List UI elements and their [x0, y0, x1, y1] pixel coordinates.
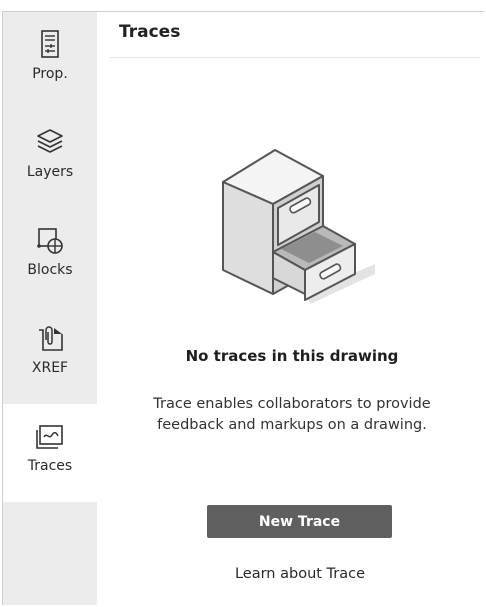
sidebar-item-label: Layers	[26, 164, 74, 180]
traces-icon	[36, 425, 63, 449]
empty-state-heading: No traces in this drawing	[185, 347, 399, 365]
sidebar-item-layers[interactable]: Layers	[3, 110, 97, 208]
layers-icon	[37, 129, 63, 153]
panel-title: Traces	[119, 22, 181, 42]
learn-about-trace-link[interactable]: Learn about Trace	[100, 566, 486, 582]
sidebar-item-label: Traces	[27, 458, 73, 474]
file-cabinet-illustration	[222, 149, 375, 304]
new-trace-button[interactable]: New Trace	[207, 505, 392, 538]
sidebar: Prop. Layers Blocks XREF Traces	[3, 12, 97, 605]
sidebar-item-properties[interactable]: Prop.	[3, 12, 97, 110]
empty-state-description: Trace enables collaborators to provide f…	[153, 396, 431, 433]
sidebar-item-label: Prop.	[32, 66, 68, 82]
sidebar-item-traces[interactable]: Traces	[3, 404, 97, 502]
sidebar-item-blocks[interactable]: Blocks	[3, 208, 97, 306]
xref-icon	[39, 326, 63, 351]
sidebar-item-label: XREF	[31, 360, 69, 376]
sidebar-item-xref[interactable]: XREF	[3, 306, 97, 404]
blocks-icon	[37, 228, 63, 254]
title-divider	[109, 57, 480, 58]
sidebar-item-label: Blocks	[27, 262, 73, 278]
properties-icon	[41, 30, 59, 58]
